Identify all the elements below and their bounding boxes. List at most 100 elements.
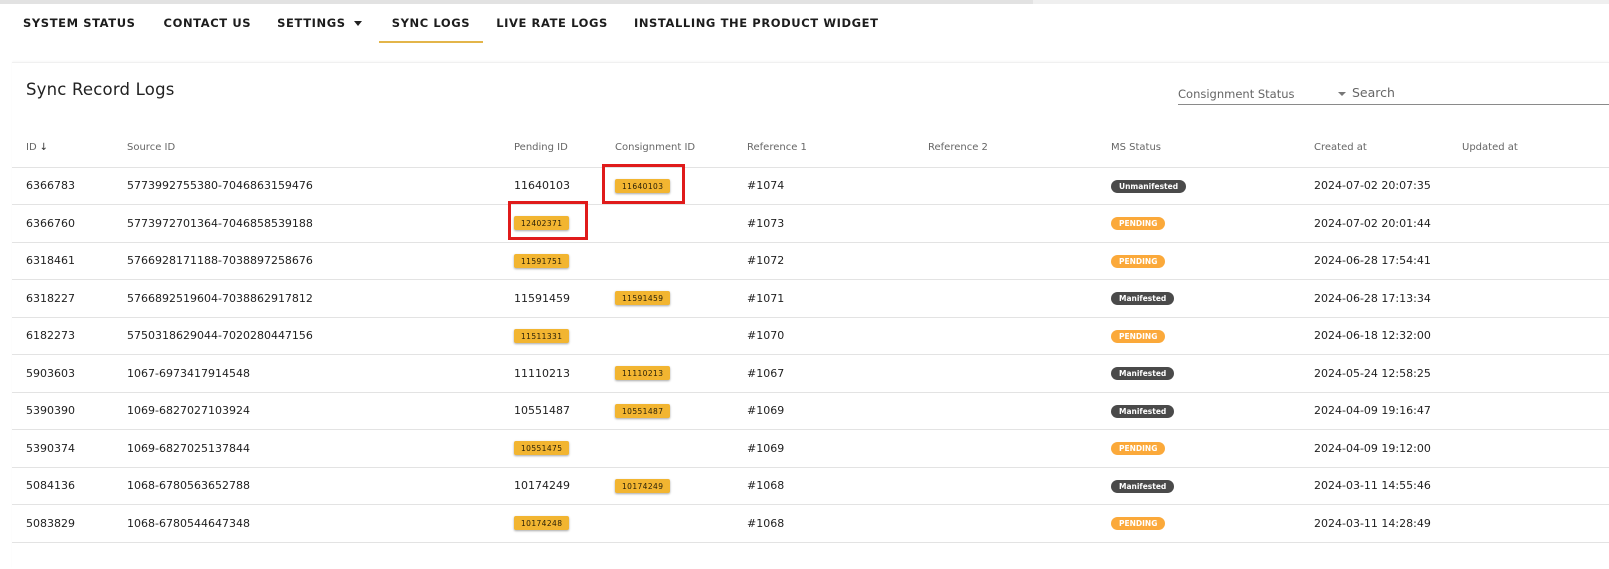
cell-pending-id: 10551475 [500, 429, 601, 468]
cell-pending-id: 11511331 [500, 317, 601, 355]
cell-consignment-id [601, 204, 733, 243]
cell-created-at: 2024-07-02 20:07:35 [1300, 167, 1448, 205]
cell-reference-1: #1068 [733, 467, 914, 505]
consignment-id-chip[interactable]: 10174249 [615, 478, 671, 493]
cell-pending-id: 11591751 [500, 242, 601, 280]
cell-reference-2 [914, 467, 1097, 505]
cell-updated-at [1448, 429, 1609, 468]
consignment-id-chip[interactable]: 10551487 [615, 403, 671, 418]
cell-pending-id: 11110213 [500, 354, 601, 393]
cell-reference-1: #1072 [733, 242, 914, 280]
col-header-pending-id[interactable]: Pending ID [500, 129, 601, 168]
cell-id: 6182273 [12, 317, 113, 355]
consignment-id-chip[interactable]: 11640103 [615, 178, 671, 193]
cell-reference-2 [914, 204, 1097, 243]
pending-id-text: 11591459 [514, 291, 570, 305]
consignment-status-select[interactable]: Consignment Status [1178, 83, 1354, 105]
tab-contact-us[interactable]: CONTACT US [151, 4, 265, 42]
cell-ms-status: PENDING [1097, 504, 1300, 543]
col-header-updated-at[interactable]: Updated at [1448, 129, 1609, 168]
cell-updated-at [1448, 242, 1609, 280]
table-row[interactable]: 6182273 5750318629044-7020280447156 115113… [12, 317, 1609, 355]
ms-status-badge: PENDING [1111, 329, 1166, 343]
cell-id: 6366760 [12, 204, 113, 243]
cell-updated-at [1448, 392, 1609, 430]
ms-status-badge: PENDING [1111, 254, 1166, 268]
cell-source-id: 1069-6827027103924 [113, 392, 500, 430]
tab-settings[interactable]: SETTINGS [264, 4, 375, 42]
cell-source-id: 5766928171188-7038897258676 [113, 242, 500, 280]
cell-consignment-id [601, 317, 733, 355]
pending-id-text: 10551487 [514, 404, 570, 418]
pending-id-chip[interactable]: 12402371 [514, 216, 570, 231]
tab-live-rate-logs[interactable]: LIVE RATE LOGS [483, 4, 621, 42]
cell-ms-status: Manifested [1097, 392, 1300, 430]
dropdown-arrow-icon [1338, 92, 1346, 96]
tab-sync-logs[interactable]: SYNC LOGS [378, 4, 484, 43]
col-header-ms-status[interactable]: MS Status [1097, 129, 1300, 168]
consignment-id-chip[interactable]: 11110213 [615, 366, 671, 381]
tab-label: INSTALLING THE PRODUCT WIDGET [633, 16, 879, 30]
cell-reference-2 [914, 504, 1097, 543]
cell-updated-at [1448, 504, 1609, 543]
arrow-down-icon[interactable]: ↓ [40, 142, 48, 153]
cell-consignment-id [601, 504, 733, 543]
cell-id: 5903603 [12, 354, 113, 393]
cell-ms-status: Manifested [1097, 354, 1300, 393]
col-header-source-id[interactable]: Source ID [113, 129, 500, 168]
cell-id: 5390374 [12, 429, 113, 468]
cell-reference-2 [914, 317, 1097, 355]
col-header-reference-1[interactable]: Reference 1 [733, 129, 914, 168]
ms-status-badge: PENDING [1111, 217, 1166, 231]
tab-installing-product-widget[interactable]: INSTALLING THE PRODUCT WIDGET [621, 4, 892, 42]
page-title: Sync Record Logs [26, 80, 175, 99]
table-row[interactable]: 5084136 1068-6780563652788 10174249 1017424… [12, 467, 1609, 505]
cell-created-at: 2024-04-09 19:16:47 [1300, 392, 1448, 430]
table-row[interactable]: 5390390 1069-6827027103924 10551487 1055148… [12, 392, 1609, 430]
cell-reference-2 [914, 429, 1097, 468]
cell-source-id: 1068-6780563652788 [113, 467, 500, 505]
cell-updated-at [1448, 167, 1609, 205]
table-row[interactable]: 5390374 1069-6827025137844 10551475 #1069 PE… [12, 429, 1609, 468]
col-header-label: ID [26, 142, 37, 154]
cell-source-id: 5773972701364-7046858539188 [113, 204, 500, 243]
ms-status-badge: Manifested [1111, 367, 1175, 381]
cell-reference-2 [914, 279, 1097, 318]
pending-id-text: 11110213 [514, 366, 570, 380]
pending-id-chip[interactable]: 10551475 [514, 441, 570, 456]
cell-id: 6318461 [12, 242, 113, 280]
table-row[interactable]: 6366760 5773972701364-7046858539188 124023… [12, 204, 1609, 243]
tab-label: SYNC LOGS [391, 16, 471, 30]
cell-reference-2 [914, 242, 1097, 280]
table-row[interactable]: 6318461 5766928171188-7038897258676 115917… [12, 242, 1609, 280]
cell-created-at: 2024-06-18 12:32:00 [1300, 317, 1448, 355]
col-header-reference-2[interactable]: Reference 2 [914, 129, 1097, 168]
tab-system-status[interactable]: SYSTEM STATUS [10, 4, 149, 42]
table-row[interactable]: 6318227 5766892519604-7038862917812 115914… [12, 279, 1609, 318]
col-header-created-at[interactable]: Created at [1300, 129, 1448, 168]
cell-source-id: 1067-6973417914548 [113, 354, 500, 393]
tab-label: SETTINGS [277, 16, 346, 30]
pending-id-chip[interactable]: 10174248 [514, 516, 570, 531]
cell-reference-1: #1070 [733, 317, 914, 355]
col-header-consignment-id[interactable]: Consignment ID [601, 129, 733, 168]
pending-id-chip[interactable]: 11511331 [514, 328, 570, 343]
top-nav: SYSTEM STATUS CONTACT US SETTINGS SYNC L… [10, 4, 892, 44]
cell-ms-status: Manifested [1097, 467, 1300, 505]
cell-reference-1: #1069 [733, 429, 914, 468]
cell-consignment-id: 11591459 [601, 279, 733, 318]
cell-pending-id: 10174249 [500, 467, 601, 505]
cell-reference-1: #1069 [733, 392, 914, 430]
cell-pending-id: 11591459 [500, 279, 601, 318]
col-header-id[interactable]: ID ↓ [12, 129, 113, 168]
consignment-id-chip[interactable]: 11591459 [615, 291, 671, 306]
cell-ms-status: PENDING [1097, 429, 1300, 468]
cell-id: 5084136 [12, 467, 113, 505]
table-row[interactable]: 5083829 1068-6780544647348 10174248 #1068 PE… [12, 504, 1609, 543]
cell-updated-at [1448, 354, 1609, 393]
table-row[interactable]: 6366783 5773992755380-7046863159476 116401… [12, 167, 1609, 205]
search-input[interactable] [1352, 81, 1609, 105]
cell-updated-at [1448, 204, 1609, 243]
table-row[interactable]: 5903603 1067-6973417914548 11110213 1111021… [12, 354, 1609, 393]
pending-id-chip[interactable]: 11591751 [514, 253, 570, 268]
